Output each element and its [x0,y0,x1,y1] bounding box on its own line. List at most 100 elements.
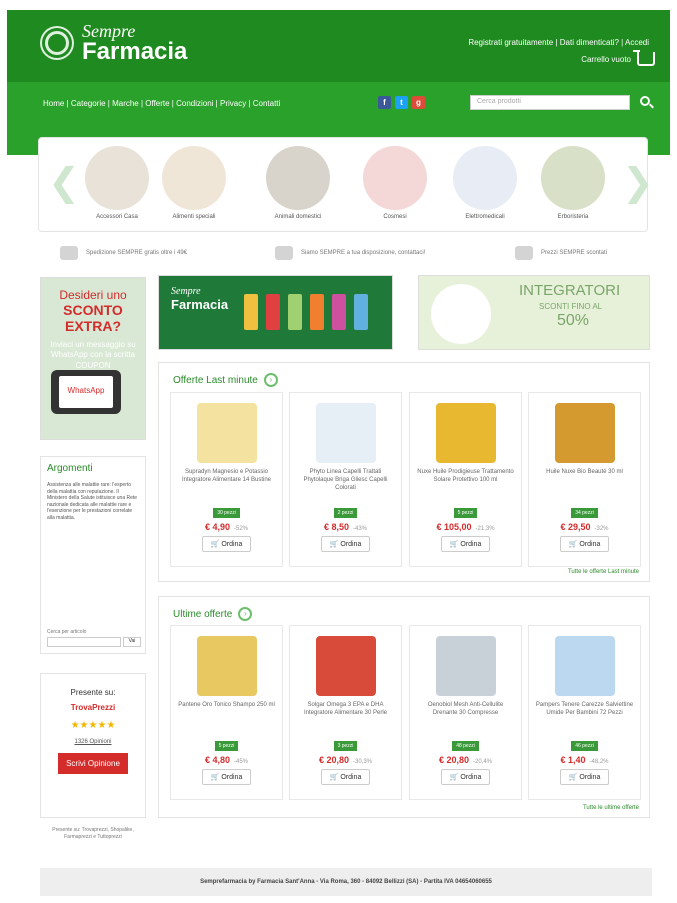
category-label: Alimenti speciali [172,214,216,220]
order-button[interactable]: 🛒 Ordina [440,536,491,552]
tag-icon [244,294,258,330]
product-price: € 1,40 -48,2% [529,755,640,765]
product-name[interactable]: Pantene Oro Tonico Shampo 250 ml [177,702,276,734]
arrow-right-icon[interactable]: › [263,373,278,387]
order-label: Ordina [579,774,601,781]
argomenti-text: Assistenza alle malattie rare: l'esperto… [47,482,138,521]
price-value: € 105,00 [436,522,472,532]
product-image[interactable] [554,403,615,463]
discount-value: -43% [353,526,368,532]
category-item[interactable]: Alimenti speciali [154,146,234,220]
category-item[interactable]: Erboristeria [533,146,613,220]
category-image [363,146,427,210]
whatsapp-promo[interactable]: Desideri uno SCONTO EXTRA? Inviaci un me… [40,277,146,440]
product-card[interactable]: Nuxe Huile Prodigieuse Trattamento Solar… [409,392,522,567]
order-label: Ordina [460,541,482,548]
order-label: Ordina [340,541,362,548]
integ-title: INTEGRATORI [519,282,621,299]
product-image[interactable] [435,403,496,463]
price-value: € 1,40 [560,755,586,765]
facebook-icon[interactable]: f [378,96,391,109]
discount-value: -30,3% [353,759,373,765]
product-card[interactable]: Huile Nuxe Bio Beauté 30 ml 34 pezzi € 29,… [528,392,641,567]
promo-banner-sempre[interactable]: Sempre Farmacia [158,275,393,350]
order-button[interactable]: 🛒 Ordina [320,769,371,785]
googleplus-icon[interactable]: g [412,96,425,109]
price-value: € 20,80 [438,755,469,765]
product-card[interactable]: Solgar Omega 3 EPA e DHA Integratore Ali… [289,625,402,800]
site-logo[interactable]: Sempre Farmacia [40,22,187,64]
opinions-link[interactable]: 1326 Opinioni [41,739,145,745]
product-card[interactable]: Pantene Oro Tonico Shampo 250 ml 5 pezzi €… [170,625,283,800]
product-name[interactable]: Oenobiol Mesh Anti-Cellulite Drenante 30… [416,702,515,734]
order-button[interactable]: 🛒 Ordina [201,769,252,785]
category-item[interactable]: Cosmesi [355,146,435,220]
product-name[interactable]: Solgar Omega 3 EPA e DHA Integratore Ali… [296,702,395,734]
arrow-right-icon[interactable]: › [238,607,253,621]
carousel-prev-icon[interactable]: ❮ [48,160,80,204]
order-button[interactable]: 🛒 Ordina [320,536,371,552]
category-image [162,146,226,210]
write-review-button[interactable]: Scrivi Opinione [58,753,128,774]
product-name[interactable]: Phyto Linea Capelli Trattati Phytolaque … [296,469,395,501]
twitter-icon[interactable]: t [395,96,408,109]
product-price: € 4,90 -52% [171,522,282,532]
category-item[interactable]: Accessori Casa [77,146,157,220]
logo-line2: Farmacia [82,38,188,65]
carousel-next-icon[interactable]: ❯ [622,160,654,204]
order-label: Ordina [221,774,243,781]
product-image[interactable] [196,636,257,696]
ultime-all-link[interactable]: Tutte le ultime offerte [583,805,639,811]
product-name[interactable]: Pampers Tenere Carezze Salviettine Umide… [535,702,634,734]
stock-badge: 46 pezzi [571,741,598,751]
category-item[interactable]: Elettromedicali [445,146,525,220]
stock-badge: 5 pezzi [453,508,478,518]
cart-widget[interactable]: Carrello vuoto [581,50,655,66]
product-image[interactable] [315,636,376,696]
search-input[interactable]: Cerca prodotti [470,95,630,110]
product-price: € 105,00 -21,3% [410,522,521,532]
main-nav[interactable]: Home | Categorie | Marche | Offerte | Co… [43,99,280,108]
category-image [541,146,605,210]
promo-line3: Inviaci un messaggio su WhatsApp con la … [50,340,136,370]
product-name[interactable]: Huile Nuxe Bio Beauté 30 ml [535,469,634,501]
product-card[interactable]: Supradyn Magnesio e Potassio Integratore… [170,392,283,567]
argomenti-search-label: Cerca per articolo [47,629,87,635]
product-image[interactable] [554,636,615,696]
account-links[interactable]: Registrati gratuitamente | Dati dimentic… [468,38,649,47]
order-button[interactable]: 🛒 Ordina [559,769,610,785]
presente-note: Presente su: Trovaprezzi, Shopalike, Far… [52,827,134,840]
product-image[interactable] [196,403,257,463]
product-card[interactable]: Pampers Tenere Carezze Salviettine Umide… [528,625,641,800]
product-image[interactable] [435,636,496,696]
presente-box: Presente su: TrovaPrezzi ★★★★★ 1326 Opin… [40,673,146,818]
order-button[interactable]: 🛒 Ordina [201,536,252,552]
order-button[interactable]: 🛒 Ordina [440,769,491,785]
order-button[interactable]: 🛒 Ordina [559,536,610,552]
promo-line2: SCONTO EXTRA? [63,302,123,334]
offerte-all-link[interactable]: Tutte le offerte Last minute [568,569,639,575]
feature-text: Siamo SEMPRE a tua disposizione, contatt… [301,250,426,256]
discount-value: -48,2% [589,759,609,765]
product-price: € 29,50 -32% [529,522,640,532]
search-icon[interactable] [640,96,650,106]
product-card[interactable]: Oenobiol Mesh Anti-Cellulite Drenante 30… [409,625,522,800]
tag-icon [310,294,324,330]
product-name[interactable]: Nuxe Huile Prodigieuse Trattamento Solar… [416,469,515,501]
feature-text: Spedizione SEMPRE gratis oltre i 49€ [86,250,188,256]
argomenti-search-input[interactable] [47,637,121,647]
product-name[interactable]: Supradyn Magnesio e Potassio Integratore… [177,469,276,501]
order-label: Ordina [460,774,482,781]
integ-percent: 50% [557,312,590,329]
promo-banner-integratori[interactable]: INTEGRATORI SCONTI FINO AL 50% [418,275,650,350]
category-item[interactable]: Animali domestici [258,146,338,220]
price-tags [244,294,368,330]
discount-value: -52% [234,526,249,532]
product-image[interactable] [315,403,376,463]
tag-icon [354,294,368,330]
argomenti-title: Argomenti [47,463,93,474]
price-value: € 20,80 [318,755,349,765]
argomenti-search-button[interactable]: Vai [123,637,141,647]
product-card[interactable]: Phyto Linea Capelli Trattati Phytolaque … [289,392,402,567]
trovaprezzi-logo: TrovaPrezzi [70,703,116,712]
